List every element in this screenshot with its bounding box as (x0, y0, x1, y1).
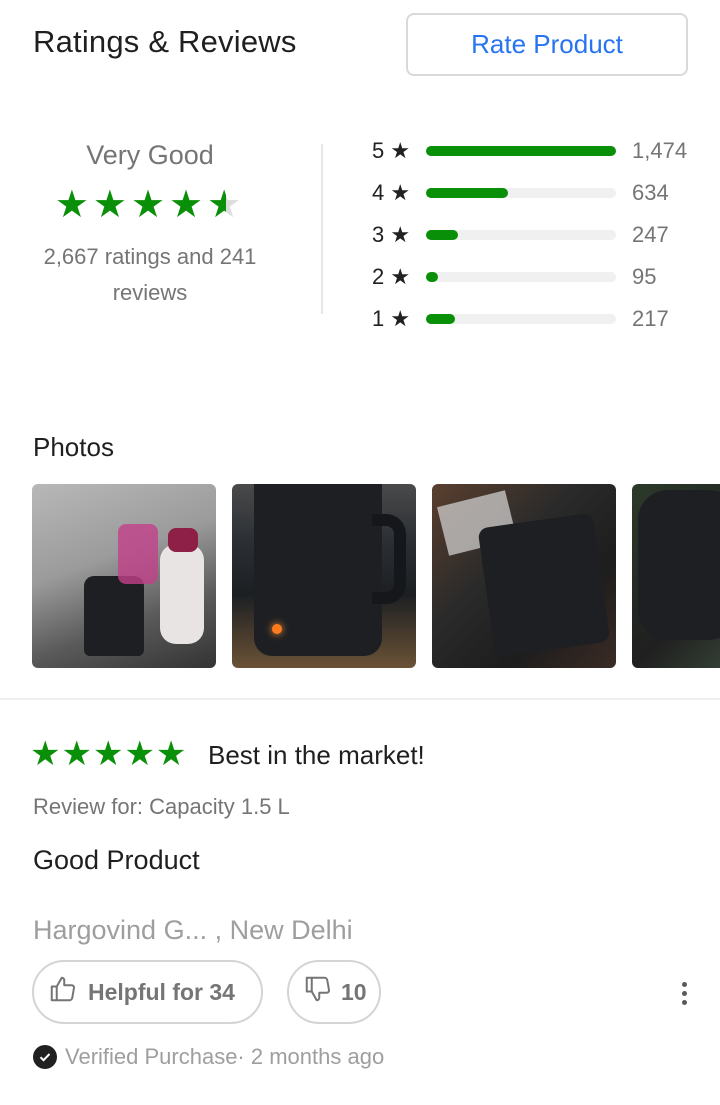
star-level: 5 ★ (372, 138, 411, 163)
dislike-count: 10 (341, 978, 367, 1005)
star-count: 217 (632, 306, 669, 331)
star-count: 1,474 (632, 138, 688, 163)
rate-product-button[interactable]: Rate Product (406, 13, 688, 76)
star-level: 3 ★ (372, 222, 411, 247)
review-variant: Review for: Capacity 1.5 L (33, 794, 290, 819)
distribution-bar-track (426, 230, 616, 240)
more-options-icon[interactable] (672, 978, 696, 1008)
photos-title: Photos (33, 432, 114, 462)
verified-purchase: Verified Purchase· 2 months ago (33, 1044, 384, 1070)
helpful-label: Helpful for 34 (88, 978, 235, 1005)
distribution-bar-track (426, 146, 616, 156)
distribution-bar-track (426, 314, 616, 324)
rating-label: Very Good (86, 140, 214, 170)
star-count: 95 (632, 264, 657, 289)
rating-distribution: 5 ★ 1,474 4 ★ 634 3 ★ 247 2 ★ 95 1 ★ 217 (360, 130, 710, 340)
reviewer-name: Hargovind G... , New Delhi (33, 915, 353, 945)
star-count: 247 (632, 222, 669, 247)
ratings-count: 2,667 ratings and 241 reviews (43, 244, 257, 305)
review-photo[interactable] (432, 484, 616, 668)
half-star-icon: ★★ (207, 184, 246, 226)
star-level: 4 ★ (372, 180, 411, 205)
rating-summary: Very Good ★★★★★★ 2,667 ratings and 241 r… (0, 120, 720, 340)
dislike-button[interactable]: 10 (287, 960, 381, 1024)
distribution-bar-fill (426, 314, 455, 324)
thumbs-down-icon (303, 974, 333, 1010)
distribution-row: 4 ★ 634 (360, 172, 710, 214)
overall-rating: Very Good ★★★★★★ 2,667 ratings and 241 r… (20, 120, 280, 311)
verified-check-icon (33, 1045, 57, 1069)
distribution-bar-track (426, 272, 616, 282)
distribution-bar-fill (426, 146, 616, 156)
distribution-bar-fill (426, 188, 508, 198)
verified-text: Verified Purchase· 2 months ago (65, 1044, 385, 1069)
distribution-row: 5 ★ 1,474 (360, 130, 710, 172)
thumbs-up-icon (48, 974, 78, 1010)
review-stars-icon: ★★★★★ (30, 735, 188, 773)
distribution-bar-track (426, 188, 616, 198)
distribution-row: 3 ★ 247 (360, 214, 710, 256)
summary-divider (321, 144, 323, 314)
star-level: 2 ★ (372, 264, 411, 289)
star-count: 634 (632, 180, 669, 205)
distribution-row: 2 ★ 95 (360, 256, 710, 298)
helpful-button[interactable]: Helpful for 34 (32, 960, 263, 1024)
distribution-row: 1 ★ 217 (360, 298, 710, 340)
section-title: Ratings & Reviews (33, 24, 297, 59)
review-photo[interactable] (632, 484, 720, 668)
review-text: Good Product (33, 845, 200, 875)
review-photo[interactable] (32, 484, 216, 668)
distribution-bar-fill (426, 272, 439, 282)
photos-carousel[interactable] (32, 484, 720, 668)
full-stars-icon: ★★★★ (54, 184, 208, 226)
review-card: ★★★★★ Best in the market! Review for: Ca… (0, 700, 720, 1105)
ratings-header: Ratings & Reviews Rate Product (0, 0, 720, 90)
review-title: Best in the market! (208, 740, 425, 770)
distribution-bar-fill (426, 230, 459, 240)
overall-stars: ★★★★★★ (20, 183, 280, 227)
review-photo[interactable] (232, 484, 416, 668)
star-level: 1 ★ (372, 306, 411, 331)
